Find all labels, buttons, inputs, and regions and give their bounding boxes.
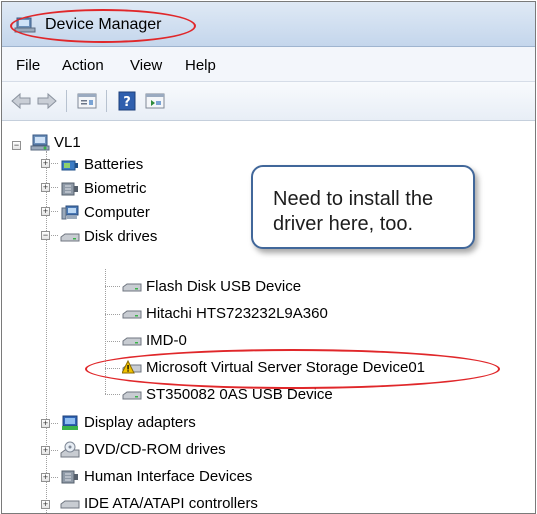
tree-item-label: Flash Disk USB Device [146, 278, 302, 295]
dvd-drive-icon [60, 441, 80, 458]
back-arrow-icon[interactable] [10, 91, 32, 111]
tree-line [105, 314, 120, 315]
expand-toggle[interactable]: + [41, 207, 50, 216]
expand-toggle[interactable]: + [41, 446, 50, 455]
expand-toggle[interactable]: + [41, 183, 50, 192]
hid-icon [61, 470, 78, 484]
collapse-toggle[interactable]: − [41, 231, 50, 240]
collapse-toggle[interactable]: − [12, 141, 21, 150]
expand-toggle[interactable]: + [41, 500, 50, 509]
menu-bar: File Action View Help [2, 47, 535, 82]
tree-item-label: Computer [84, 204, 150, 221]
tree-item-label: Batteries [84, 156, 144, 173]
tree-item-label: IDE ATA/ATAPI controllers [84, 495, 258, 512]
battery-icon [61, 160, 78, 171]
tree-item-label: Disk drives [84, 228, 158, 245]
toolbar: ? [2, 82, 535, 121]
help-icon[interactable]: ? [116, 91, 138, 111]
menu-help[interactable]: Help [185, 57, 216, 74]
tree-item-label: Human Interface Devices [84, 468, 253, 485]
disk-drive-icon [122, 391, 142, 400]
svg-text:?: ? [123, 95, 131, 110]
tree-item-label: Hitachi HTS723232L9A360 [146, 305, 328, 322]
biometric-icon [61, 182, 78, 196]
menu-file[interactable]: File [16, 57, 40, 74]
computer-icon [61, 205, 79, 220]
display-adapter-icon [62, 415, 78, 430]
tree-item-label: IMD-0 [146, 332, 187, 349]
show-hidden-icon[interactable] [144, 91, 166, 111]
disk-drive-icon [122, 337, 142, 346]
toolbar-separator [66, 90, 67, 112]
callout-box: Need to install the driver here, too. [251, 165, 475, 249]
title-highlight-ellipse [10, 9, 196, 43]
toolbar-separator [106, 90, 107, 112]
disk-drive-icon [122, 310, 142, 319]
menu-action[interactable]: Action [62, 57, 104, 74]
expand-toggle[interactable]: + [41, 419, 50, 428]
tree-item-label: DVD/CD-ROM drives [84, 441, 226, 458]
expand-toggle[interactable]: + [41, 473, 50, 482]
disk-drive-icon [122, 283, 142, 292]
callout-text: Need to install the driver here, too. [273, 188, 434, 235]
tree-line [105, 286, 120, 287]
title-bar: Device Manager [2, 2, 535, 47]
expand-toggle[interactable]: + [41, 159, 50, 168]
menu-view[interactable]: View [130, 57, 162, 74]
tree-line [105, 341, 120, 342]
warning-device-highlight-ellipse [85, 349, 500, 389]
properties-icon[interactable] [76, 91, 98, 111]
ide-controller-icon [60, 500, 80, 509]
tree-root-label: VL1 [54, 134, 81, 151]
tree-line [105, 394, 120, 395]
computer-tree-icon [30, 134, 50, 151]
tree-item-label: Display adapters [84, 414, 196, 431]
forward-arrow-icon[interactable] [36, 91, 58, 111]
device-manager-window: Device Manager File Action View Help ? −… [1, 1, 536, 514]
disk-drive-icon [60, 233, 80, 242]
tree-item-label: Biometric [84, 180, 147, 197]
